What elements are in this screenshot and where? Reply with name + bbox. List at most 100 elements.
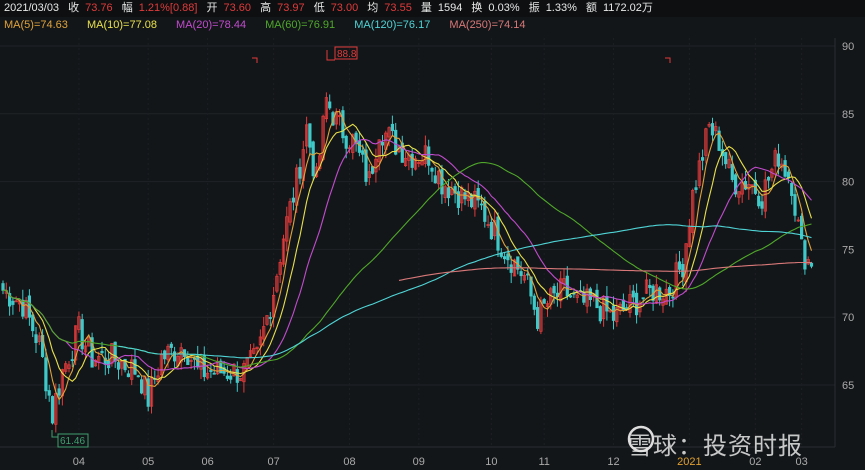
candle-down [390,123,395,132]
candle-down [757,195,761,207]
candle-down [47,390,51,396]
ma-line-250 [398,261,812,281]
candle-down [268,317,272,319]
candle-down [361,150,365,155]
candle-down [57,388,61,396]
candle-down [658,287,662,301]
candle-down [212,372,216,375]
x-tick-label: 06 [201,456,213,468]
y-tick-label: 75 [842,244,854,256]
candle-down [588,288,593,301]
candle-down [291,197,296,203]
candle-down [186,356,190,365]
candle-down [730,164,734,180]
x-tick-label: 09 [413,456,425,468]
candle-down [509,264,513,273]
candle-down [34,334,38,344]
x-tick-label: 10 [485,456,497,468]
candle-down [790,183,794,196]
candle-down [427,146,431,166]
high-pointer [326,50,335,61]
candle-down [344,135,348,149]
candle-down [519,271,523,277]
candle-down [225,375,229,379]
candle-down [446,187,451,199]
y-tick-label: 80 [842,177,854,189]
candle-down [116,362,121,370]
candle-down [724,152,728,165]
candle-down [502,256,507,260]
candle-down [611,305,616,321]
candle-down [694,187,698,190]
candle-down [479,203,484,206]
candle-down [760,201,764,209]
candle-down [163,350,167,360]
candle-down [31,314,35,332]
candle-down [341,110,345,139]
candle-down [100,350,104,354]
candle-down [469,194,474,208]
candle-down [44,357,48,392]
candle-down [681,264,685,278]
ma-line-5 [3,111,813,401]
candle-down [328,101,332,109]
candle-down [136,375,140,378]
x-tick-label: 04 [73,456,85,468]
low-marker-label: 61.46 [60,436,85,447]
candle-down [229,375,233,380]
candle-down [139,379,144,394]
candle-down [641,297,645,300]
candlestick-chart[interactable]: 90858075706504 05 06 07 08 09 10 11 12 2021 02 0388… [0,0,865,470]
x-tick-label: 08 [343,456,355,468]
candle-down [671,296,675,299]
candle-down [380,141,385,146]
low-pointer [51,430,58,438]
y-tick-label: 90 [842,41,854,53]
candle-down [809,262,814,267]
candle-down [803,240,807,270]
candle-down [308,123,312,148]
candle-down [433,175,437,184]
candle-down [11,300,15,305]
candle-down [50,396,55,424]
x-tick-label: 11 [538,456,549,468]
candle-down [169,343,173,348]
candle-down [410,153,414,168]
candle-down [298,166,302,179]
high-corner-marker [252,57,671,63]
candle-down [70,359,74,362]
candle-down [598,306,602,322]
candle-down [133,359,137,375]
candle-down [311,141,315,177]
candle-down [430,167,434,172]
candle-down [126,373,130,378]
candle-down [605,296,609,312]
candle-down [776,153,781,167]
x-tick-label: 05 [142,456,154,468]
candle-down [631,290,635,298]
candle-down [357,140,362,153]
candle-down [710,123,715,136]
candle-down [536,307,540,329]
candle-down [1,283,5,291]
candle-down [677,261,682,270]
candle-down [21,299,25,317]
candle-down [532,295,536,310]
candle-down [569,295,573,298]
candle-down [209,369,213,372]
x-tick-label: 12 [607,456,619,468]
ma-line-60 [3,162,812,368]
candle-down [793,194,797,216]
candle-down [526,273,530,276]
candle-down [489,221,494,240]
y-tick-label: 70 [842,312,854,324]
x-tick-label: 07 [267,456,279,468]
y-tick-label: 65 [842,380,854,392]
y-tick-label: 85 [842,109,854,121]
candle-down [767,176,771,181]
candle-down [701,157,705,161]
high-marker-label: 88.8 [337,49,357,60]
watermark: 雪球：投资时报 [628,433,803,460]
ma-line-120 [118,224,812,359]
candle-down [506,253,510,261]
